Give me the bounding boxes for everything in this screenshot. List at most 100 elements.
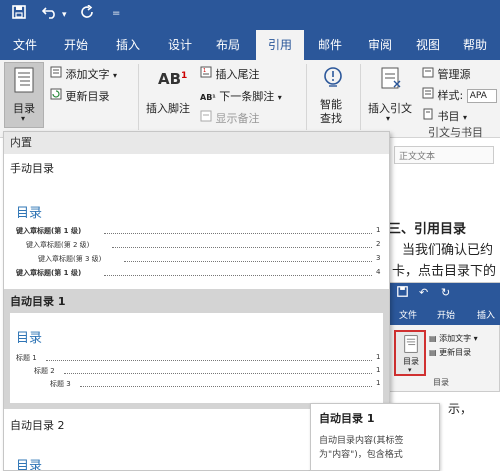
toc-leader	[64, 373, 372, 374]
show-notes-button[interactable]: 显示备注	[200, 110, 260, 126]
ribbon-tabs: 文件 开始 插入 设计 布局 引用 邮件 审阅 视图 帮助	[0, 30, 500, 60]
add-text-label: 添加文字	[65, 68, 110, 81]
tab-view[interactable]: 视图	[408, 30, 448, 60]
manage-sources-button[interactable]: 管理源	[422, 66, 471, 82]
lightbulb-search-icon	[322, 66, 344, 93]
toc-leader	[46, 360, 372, 361]
customize-icon[interactable]: =	[112, 8, 120, 19]
toc-preview-line: 键入章标题(第 1 级)	[16, 227, 82, 235]
smart-lookup-button[interactable]: 智能 查找	[312, 64, 356, 126]
next-footnote-label: 下一条脚注	[219, 90, 275, 103]
svg-text:1: 1	[203, 68, 206, 74]
redo-icon[interactable]	[80, 4, 94, 23]
tab-design[interactable]: 设计	[160, 30, 200, 60]
tab-layout[interactable]: 布局	[208, 30, 248, 60]
toc-preview-page: 1	[376, 366, 381, 374]
separator	[138, 64, 139, 130]
manual-toc-label: 手动目录	[10, 162, 54, 175]
style-value[interactable]: APA	[466, 89, 497, 103]
separator	[360, 64, 361, 130]
manual-toc-item[interactable]: 手动目录 目录 键入章标题(第 1 级) 1 键入章标题(第 2 级) 2 键入…	[4, 154, 389, 289]
inset-tab-file: 文件	[399, 311, 418, 321]
tab-references[interactable]: 引用	[256, 30, 304, 60]
inset-add-text: ▤ 添加文字 ▾	[429, 334, 478, 343]
ribbon: 目录 ▾ 添加文字 ▾ 更新目录 AB1 插入脚注 1 插入尾注 AB¹ 下一条…	[0, 60, 500, 139]
tooltip-body-2: 为"内容")，包含格式	[319, 450, 403, 460]
doc-line-1: 当我们确认已约	[402, 243, 494, 258]
insert-endnote-label: 插入尾注	[215, 68, 260, 81]
tab-home[interactable]: 开始	[56, 30, 96, 60]
tab-help[interactable]: 帮助	[452, 30, 498, 60]
toc-preview-line: 键入章标题(第 2 级)	[26, 241, 90, 249]
manage-sources-icon	[422, 66, 434, 81]
toc-preview-title: 目录	[16, 331, 43, 346]
tooltip-title: 自动目录 1	[319, 412, 375, 425]
chevron-down-icon: ▾	[408, 366, 412, 374]
inset-tabs: 文件 开始 插入	[389, 305, 500, 325]
insert-footnote-label: 插入脚注	[146, 102, 190, 115]
inset-tab-insert: 插入	[477, 311, 496, 321]
toc-icon	[14, 67, 34, 96]
toc-icon	[404, 335, 418, 356]
toc-preview-page: 2	[376, 240, 381, 248]
toc-button[interactable]: 目录 ▾	[4, 62, 44, 128]
add-text-button[interactable]: 添加文字 ▾	[50, 66, 117, 82]
auto-toc-1-label: 自动目录 1	[10, 295, 66, 308]
tab-insert[interactable]: 插入	[108, 30, 148, 60]
toc-leader	[112, 247, 372, 248]
doc-line-2: 卡，点击目录下的	[392, 264, 497, 279]
inset-group-label: 目录	[433, 378, 449, 387]
undo-icon[interactable]	[41, 5, 58, 23]
chevron-down-icon: ▾	[21, 114, 26, 123]
auto-toc-1-preview: 目录 标题 1 1 标题 2 1 标题 3 1	[10, 313, 383, 403]
save-icon[interactable]	[12, 5, 26, 23]
tab-file[interactable]: 文件	[4, 30, 46, 60]
toc-leader	[80, 386, 372, 387]
toc-preview-page: 4	[376, 268, 381, 276]
tooltip: 自动目录 1 自动目录内容(其标签 为"内容")，包含格式	[310, 403, 440, 471]
tooltip-body-1: 自动目录内容(其标签	[319, 436, 404, 446]
toc-preview-line: 标题 2	[34, 367, 55, 375]
undo-icon: ↶	[419, 286, 429, 299]
bibliography-label: 书目	[437, 110, 460, 123]
insert-endnote-button[interactable]: 1 插入尾注	[200, 66, 260, 82]
inset-screenshot: ↶ ↻ 文件 开始 插入 目录 ▾ ▤ 添加文字 ▾ ▤ 更新目录 目录	[388, 282, 500, 392]
auto-toc-1-item[interactable]: 自动目录 1 目录 标题 1 1 标题 2 1 标题 3 1	[4, 289, 389, 409]
chevron-down-icon: ▾	[386, 114, 391, 123]
toc-preview-line: 标题 3	[50, 380, 71, 388]
insert-citation-button[interactable]: 插入引文 ▾	[366, 64, 418, 123]
style-label: 样式:	[437, 89, 464, 102]
toc-preview-page: 1	[376, 226, 381, 234]
footnote-icon: AB1	[158, 70, 188, 88]
next-footnote-button[interactable]: AB¹ 下一条脚注 ▾	[200, 88, 282, 104]
update-toc-label: 更新目录	[65, 90, 110, 103]
toc-preview-title: 目录	[16, 459, 43, 471]
toc-preview-page: 3	[376, 254, 381, 262]
inset-tab-home: 开始	[437, 311, 456, 321]
bibliography-icon	[422, 108, 434, 123]
separator	[306, 64, 307, 130]
toc-preview-line: 键入章标题(第 1 级)	[16, 269, 82, 277]
tab-review[interactable]: 审阅	[360, 30, 400, 60]
auto-toc-2-label: 自动目录 2	[10, 419, 65, 432]
style-selector[interactable]: 样式: APA	[422, 87, 497, 103]
style-box[interactable]: 正文文本	[394, 146, 494, 164]
citation-icon	[380, 66, 402, 93]
toc-leader	[104, 233, 372, 234]
show-notes-icon	[200, 110, 212, 125]
doc-heading: 三、引用目录	[388, 222, 467, 237]
endnote-icon: 1	[200, 66, 212, 81]
inset-qat: ↶ ↻	[389, 283, 500, 305]
tab-mailings[interactable]: 邮件	[310, 30, 350, 60]
inset-toc-button-highlighted: 目录 ▾	[394, 330, 426, 376]
quick-access-toolbar: ▾ =	[0, 0, 500, 30]
builtin-header: 内置	[4, 132, 389, 154]
inset-update-toc: ▤ 更新目录	[429, 348, 472, 357]
update-toc-button[interactable]: 更新目录	[50, 88, 110, 104]
redo-icon: ↻	[441, 286, 451, 299]
bibliography-button[interactable]: 书目 ▾	[422, 108, 467, 124]
next-footnote-icon: AB¹	[200, 93, 216, 102]
undo-dropdown-icon[interactable]: ▾	[62, 10, 67, 20]
insert-footnote-button[interactable]: AB1 插入脚注	[144, 64, 196, 122]
toc-preview-title: 目录	[16, 206, 43, 221]
